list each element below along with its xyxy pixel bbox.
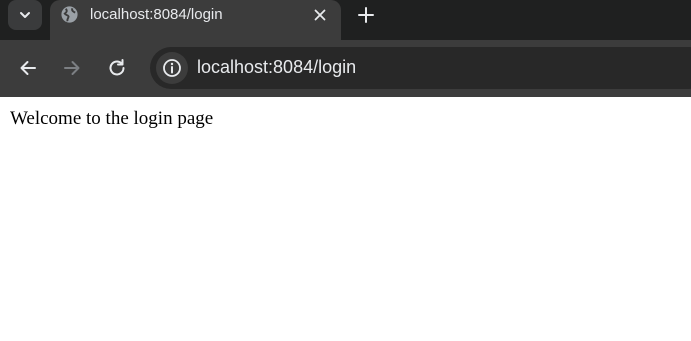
site-info-button[interactable] xyxy=(156,52,188,84)
tab-title: localhost:8084/login xyxy=(90,6,223,23)
tab-search-button[interactable] xyxy=(8,0,42,30)
forward-arrow-icon[interactable] xyxy=(61,57,83,79)
chevron-down-icon xyxy=(20,12,30,18)
info-icon xyxy=(163,59,181,77)
browser-toolbar: localhost:8084/login xyxy=(0,40,691,97)
back-arrow-icon[interactable] xyxy=(17,57,39,79)
url-text[interactable]: localhost:8084/login xyxy=(197,57,356,78)
reload-icon[interactable] xyxy=(106,57,128,79)
address-bar[interactable]: localhost:8084/login xyxy=(150,47,691,89)
page-content: Welcome to the login page xyxy=(0,97,691,341)
active-tab[interactable]: localhost:8084/login xyxy=(50,0,341,40)
new-tab-icon[interactable] xyxy=(356,5,376,25)
tab-strip: localhost:8084/login xyxy=(0,0,691,40)
close-icon[interactable] xyxy=(312,7,328,23)
welcome-text: Welcome to the login page xyxy=(10,108,214,129)
globe-icon xyxy=(61,6,78,23)
